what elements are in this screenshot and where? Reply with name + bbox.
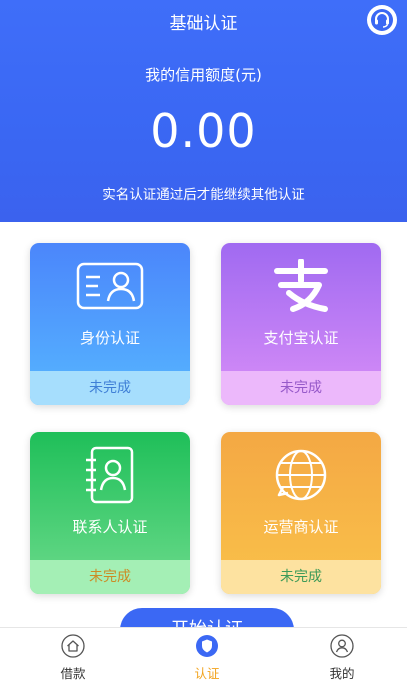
card-label: 联系人认证 bbox=[72, 518, 148, 536]
globe-icon bbox=[267, 448, 335, 502]
header-banner: 基础认证 我的信用额度(元) 0.00 实名认证通过后才能继续其他认证 bbox=[0, 0, 407, 222]
tab-label: 认证 bbox=[194, 666, 220, 681]
user-icon bbox=[330, 634, 354, 658]
tab-verify[interactable]: 认证 bbox=[157, 628, 257, 682]
contacts-verification-card[interactable]: 联系人认证 未完成 bbox=[30, 432, 190, 594]
card-status: 未完成 bbox=[221, 371, 381, 405]
tab-loan[interactable]: 借款 bbox=[23, 628, 123, 682]
tab-label: 我的 bbox=[329, 666, 355, 681]
card-label: 支付宝认证 bbox=[263, 329, 339, 347]
id-card-icon bbox=[76, 259, 144, 313]
home-icon bbox=[61, 634, 85, 658]
page-title: 基础认证 bbox=[169, 14, 238, 34]
customer-service-button[interactable] bbox=[367, 5, 397, 35]
tab-mine[interactable]: 我的 bbox=[292, 628, 392, 682]
credit-limit-value: 0.00 bbox=[150, 104, 257, 158]
operator-verification-card[interactable]: 运营商认证 未完成 bbox=[221, 432, 381, 594]
verification-hint: 实名认证通过后才能继续其他认证 bbox=[102, 187, 305, 203]
contacts-book-icon bbox=[76, 446, 144, 504]
card-status: 未完成 bbox=[30, 560, 190, 594]
tab-label: 借款 bbox=[60, 666, 86, 681]
alipay-verification-card[interactable]: 支付宝认证 未完成 bbox=[221, 243, 381, 405]
alipay-icon bbox=[267, 259, 335, 313]
headset-icon bbox=[371, 9, 393, 31]
card-status: 未完成 bbox=[30, 371, 190, 405]
card-label: 运营商认证 bbox=[263, 518, 339, 536]
bottom-tab-bar: 借款 认证 我的 bbox=[0, 627, 407, 682]
card-status: 未完成 bbox=[221, 560, 381, 594]
shield-icon bbox=[196, 635, 218, 657]
id-verification-card[interactable]: 身份认证 未完成 bbox=[30, 243, 190, 405]
card-label: 身份认证 bbox=[79, 329, 140, 347]
credit-limit-label: 我的信用额度(元) bbox=[145, 66, 262, 84]
